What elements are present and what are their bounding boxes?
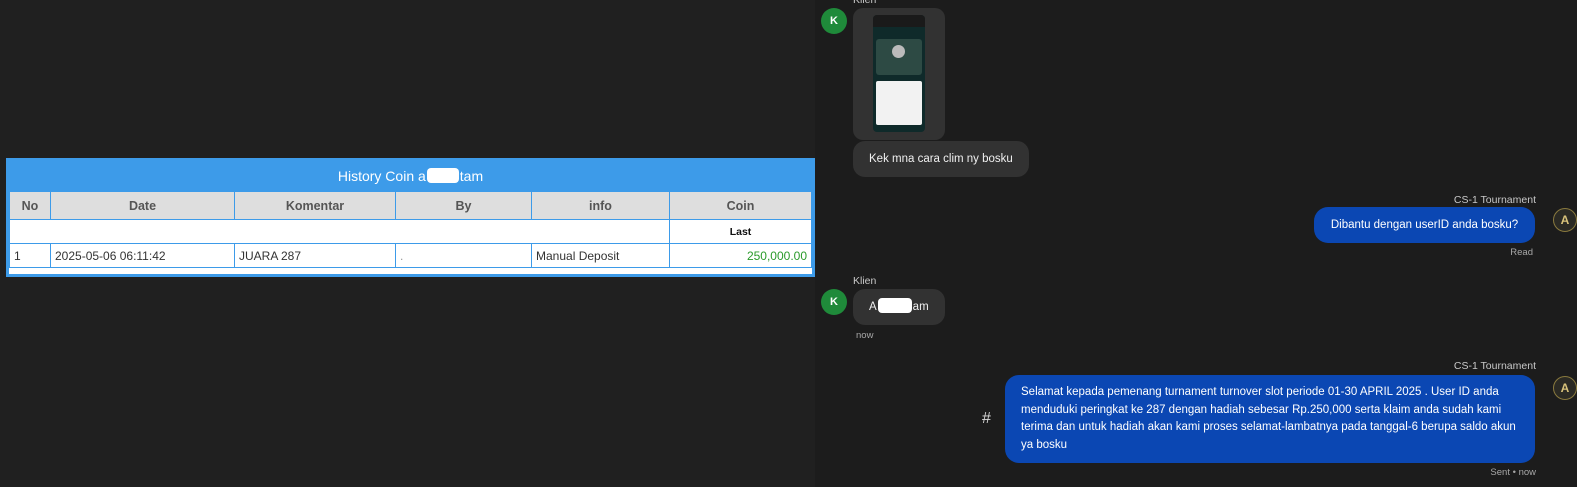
- message-text-prefix: A: [869, 301, 877, 313]
- client-avatar: K: [821, 8, 847, 34]
- table-header-row: No Date Komentar By info Coin: [9, 191, 812, 220]
- thumbnail-avatar: [892, 45, 905, 58]
- subheader-spacer: [9, 219, 670, 244]
- message-timestamp: now: [856, 330, 874, 341]
- redaction-mark: [877, 298, 912, 313]
- image-attachment[interactable]: [853, 8, 945, 140]
- cell-komentar: JUARA 287: [234, 243, 396, 268]
- sent-status: Sent • now: [1490, 467, 1536, 478]
- history-title-prefix: History Coin a: [337, 168, 426, 184]
- message-text-suffix: am: [912, 301, 929, 313]
- history-title-suffix: tam: [459, 168, 484, 184]
- message-bubble-client[interactable]: Aam: [853, 289, 945, 325]
- sender-name-client: Klien: [853, 275, 877, 287]
- history-coin-table: History Coin a tam No Date Komentar By in…: [6, 158, 815, 277]
- cell-info: Manual Deposit: [531, 243, 670, 268]
- col-header-coin[interactable]: Coin: [669, 191, 812, 220]
- sender-name-client: Klien: [853, 0, 877, 6]
- agent-avatar: A: [1553, 208, 1577, 232]
- history-title: History Coin a tam: [9, 161, 812, 191]
- sender-name-agent: CS-1 Tournament: [1453, 360, 1536, 372]
- hashtag-icon[interactable]: #: [982, 410, 991, 428]
- table-row[interactable]: 1 2025-05-06 06:11:42 JUARA 287 . Manual…: [9, 243, 812, 268]
- subheader-last: Last: [669, 219, 812, 244]
- cell-no: 1: [9, 243, 51, 268]
- col-header-date[interactable]: Date: [50, 191, 235, 220]
- agent-avatar: A: [1553, 376, 1577, 400]
- message-bubble-client[interactable]: Kek mna cara clim ny bosku: [853, 141, 1029, 177]
- col-header-no[interactable]: No: [9, 191, 51, 220]
- thumbnail-text-area: [876, 81, 922, 125]
- read-receipt: Read: [1510, 247, 1533, 258]
- sender-name-agent: CS-1 Tournament: [1453, 194, 1536, 206]
- thumbnail-statusbar: [873, 15, 925, 27]
- cell-coin: 250,000.00: [669, 243, 812, 268]
- left-panel: History Coin a tam No Date Komentar By in…: [0, 0, 815, 487]
- col-header-info[interactable]: info: [531, 191, 670, 220]
- chat-panel: Klien K Kek mna cara clim ny bosku CS-1 …: [815, 0, 1577, 487]
- redaction-mark: [426, 168, 459, 183]
- screenshot-thumbnail[interactable]: [873, 15, 925, 132]
- client-avatar: K: [821, 289, 847, 315]
- table-subheader-row: Last: [9, 219, 812, 244]
- message-bubble-agent[interactable]: Dibantu dengan userID anda bosku?: [1314, 207, 1535, 243]
- cell-date: 2025-05-06 06:11:42: [50, 243, 235, 268]
- col-header-komentar[interactable]: Komentar: [234, 191, 396, 220]
- col-header-by[interactable]: By: [395, 191, 532, 220]
- cell-by: .: [395, 243, 532, 268]
- message-bubble-agent-long[interactable]: Selamat kepada pemenang turnament turnov…: [1005, 375, 1535, 463]
- history-grid: No Date Komentar By info Coin Last 1 202…: [9, 191, 812, 268]
